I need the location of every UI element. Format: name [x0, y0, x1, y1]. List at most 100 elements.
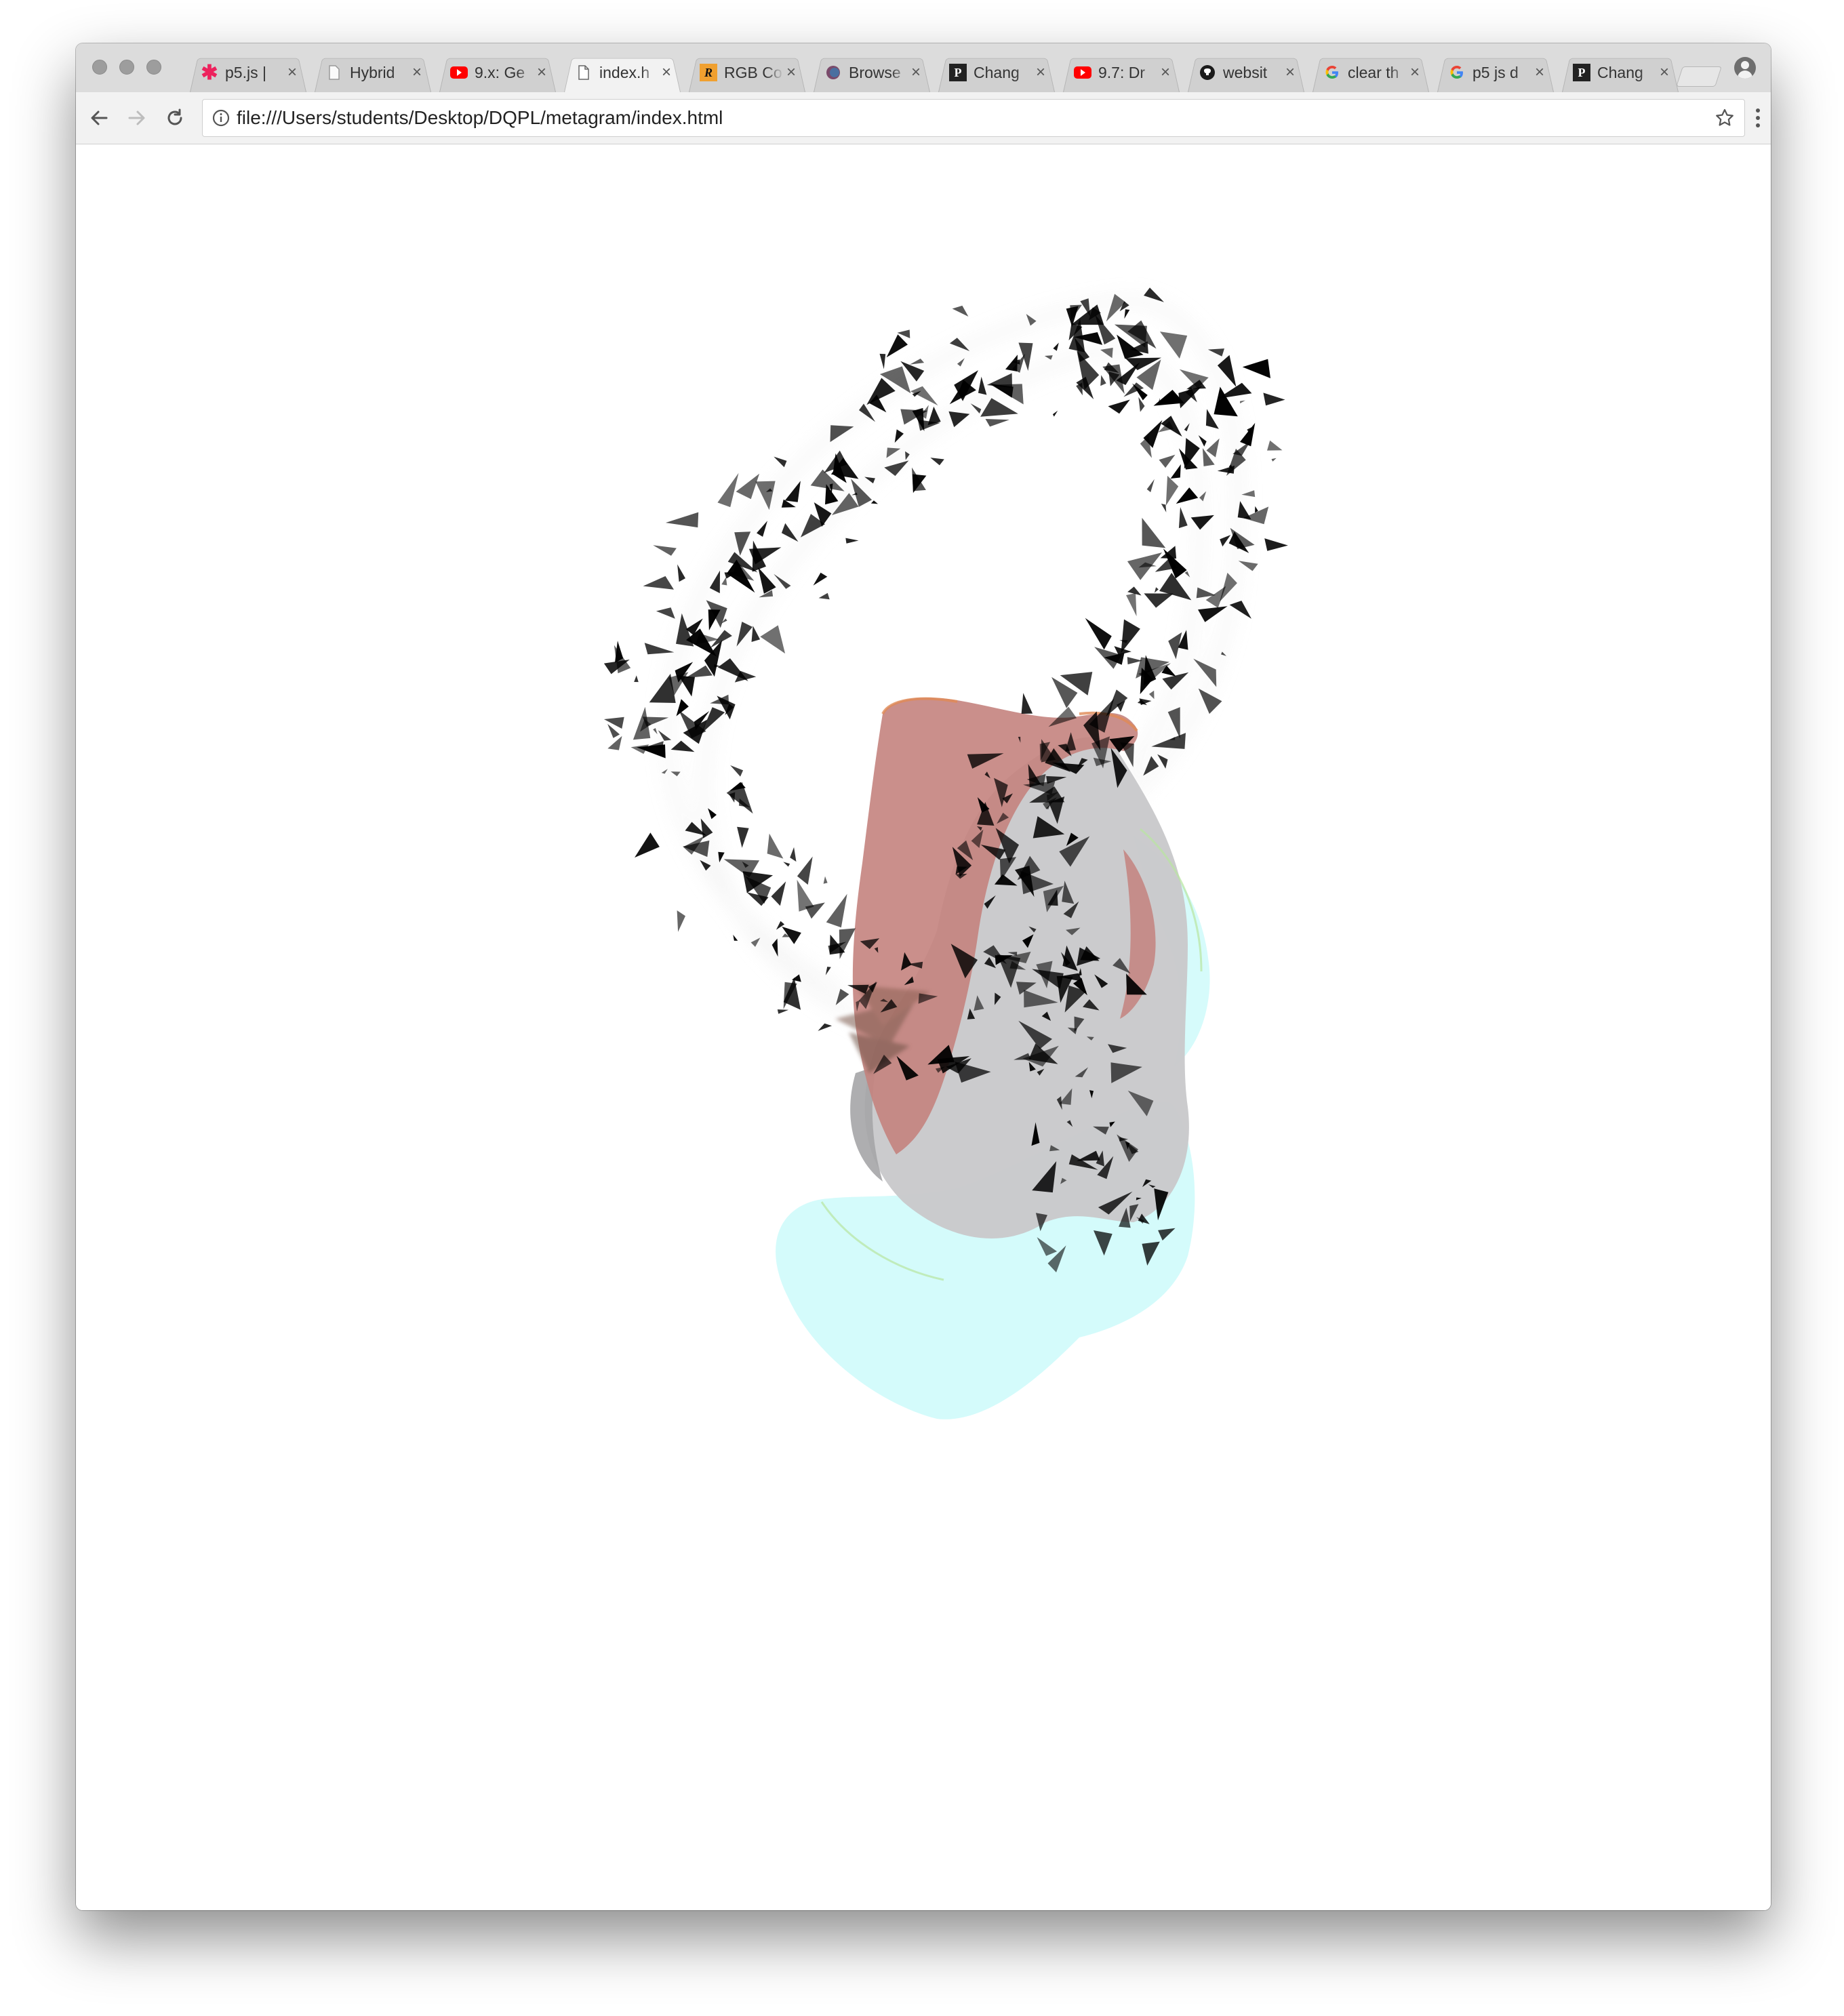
particle-triangle	[1151, 733, 1186, 749]
particle-triangle	[1198, 435, 1207, 447]
tab-close-button[interactable]: ×	[1407, 63, 1422, 82]
tab-strip: ✱ p5.js | × Hybrid × 9.x: Ge × index.h ×…	[76, 43, 1771, 93]
tab-browse[interactable]: Browse ×	[809, 53, 934, 92]
particle-triangle	[813, 572, 828, 586]
particle-triangle	[1217, 465, 1235, 474]
youtube-icon	[450, 64, 468, 81]
p5-sketch-canvas[interactable]	[76, 144, 1771, 1910]
particle-triangle	[1176, 487, 1199, 504]
browser-menu-button[interactable]	[1753, 106, 1763, 130]
close-window-button[interactable]	[92, 60, 107, 75]
tab-close-button[interactable]: ×	[1033, 63, 1048, 82]
tab-p5js[interactable]: ✱ p5.js | ×	[186, 53, 310, 92]
tab-title: clear th	[1348, 63, 1399, 81]
particle-triangle	[733, 934, 738, 941]
info-icon[interactable]	[212, 109, 230, 127]
particle-triangle	[845, 538, 859, 544]
particle-triangle	[781, 523, 799, 542]
back-button[interactable]	[85, 104, 113, 132]
particle-triangle	[603, 717, 624, 729]
p-logo-icon: P	[949, 64, 967, 81]
particle-triangle	[784, 481, 801, 502]
particle-triangle	[1267, 440, 1283, 451]
r-logo-icon: R	[700, 64, 717, 81]
tab-close-button[interactable]: ×	[409, 63, 424, 82]
tab-change-2[interactable]: P Chang ×	[1558, 53, 1683, 92]
bookmark-star-icon[interactable]	[1715, 108, 1735, 128]
tab-google-p5js[interactable]: p5 js d ×	[1433, 53, 1558, 92]
particle-triangle	[643, 576, 674, 590]
p5js-asterisk-icon: ✱	[201, 61, 218, 84]
particle-triangle	[1126, 593, 1137, 617]
particle-triangle	[1106, 689, 1128, 717]
tab-rgb-color[interactable]: R RGB Co ×	[685, 53, 809, 92]
browser-toolbar	[76, 92, 1771, 144]
particle-triangle	[986, 373, 1012, 388]
tab-close-button[interactable]: ×	[784, 63, 799, 82]
tab-close-button[interactable]: ×	[1657, 63, 1672, 82]
tab-title: Chang	[974, 63, 1020, 81]
tab-close-button[interactable]: ×	[659, 63, 674, 82]
particle-triangle	[656, 607, 675, 619]
tab-close-button[interactable]: ×	[285, 63, 300, 82]
zoom-window-button[interactable]	[146, 60, 161, 75]
tab-change-1[interactable]: P Chang ×	[934, 53, 1059, 92]
particle-triangle	[1108, 399, 1130, 414]
back-arrow-icon	[91, 110, 108, 125]
particle-triangle	[665, 512, 699, 528]
page-viewport	[76, 144, 1771, 1910]
google-icon	[1448, 64, 1466, 81]
particle-triangle	[760, 625, 786, 654]
blob-shapes	[776, 697, 1210, 1419]
particle-triangle	[653, 545, 677, 556]
particle-triangle	[644, 643, 675, 655]
tab-title: Hybrid	[350, 63, 395, 81]
particle-triangle	[797, 879, 814, 912]
particle-triangle	[1085, 618, 1112, 650]
particle-triangle	[1264, 538, 1288, 551]
reload-button[interactable]	[161, 104, 188, 132]
particle-triangle	[670, 740, 695, 752]
tab-close-button[interactable]: ×	[1158, 63, 1173, 82]
particle-triangle	[1005, 355, 1018, 371]
particle-triangle	[978, 376, 987, 395]
tab-hybrid[interactable]: Hybrid ×	[310, 53, 435, 92]
url-input[interactable]	[237, 100, 1660, 136]
tab-close-button[interactable]: ×	[1532, 63, 1547, 82]
particle-triangle	[1100, 375, 1106, 386]
minimize-window-button[interactable]	[119, 60, 134, 75]
particle-triangle	[826, 893, 847, 928]
particle-triangle	[985, 419, 1009, 427]
tab-close-button[interactable]: ×	[1283, 63, 1298, 82]
forward-button[interactable]	[123, 104, 151, 132]
particle-triangle	[894, 429, 904, 443]
new-tab-button[interactable]	[1676, 66, 1722, 87]
particle-triangle	[653, 728, 658, 735]
tab-youtube-draw[interactable]: 9.7: Dr ×	[1059, 53, 1184, 92]
youtube-icon	[1074, 64, 1091, 81]
particle-triangle	[839, 928, 856, 959]
address-bar[interactable]	[202, 99, 1745, 137]
tab-close-button[interactable]: ×	[534, 63, 549, 82]
particle-triangle	[930, 458, 944, 466]
tab-google-clear[interactable]: clear th ×	[1308, 53, 1433, 92]
particle-triangle	[774, 456, 787, 468]
particle-triangle	[751, 626, 761, 642]
particle-triangle	[948, 411, 970, 428]
particle-triangle	[1142, 517, 1166, 548]
tab-github-website[interactable]: websit ×	[1184, 53, 1308, 92]
particle-triangle	[1242, 359, 1270, 378]
particle-triangle	[870, 500, 878, 504]
particle-triangle	[717, 472, 739, 508]
tab-index-active[interactable]: index.h ×	[560, 53, 685, 92]
profile-avatar-icon[interactable]	[1734, 57, 1756, 79]
particle-triangle	[1159, 454, 1176, 468]
particle-triangle	[737, 826, 749, 848]
browser-window: ✱ p5.js | × Hybrid × 9.x: Ge × index.h ×…	[76, 43, 1771, 1910]
particle-triangle	[1170, 464, 1181, 479]
particle-triangle	[957, 358, 965, 367]
tab-youtube-genetic[interactable]: 9.x: Ge ×	[435, 53, 560, 92]
particle-triangle	[886, 334, 908, 358]
tab-close-button[interactable]: ×	[908, 63, 923, 82]
tab-title: RGB Co	[724, 63, 782, 81]
